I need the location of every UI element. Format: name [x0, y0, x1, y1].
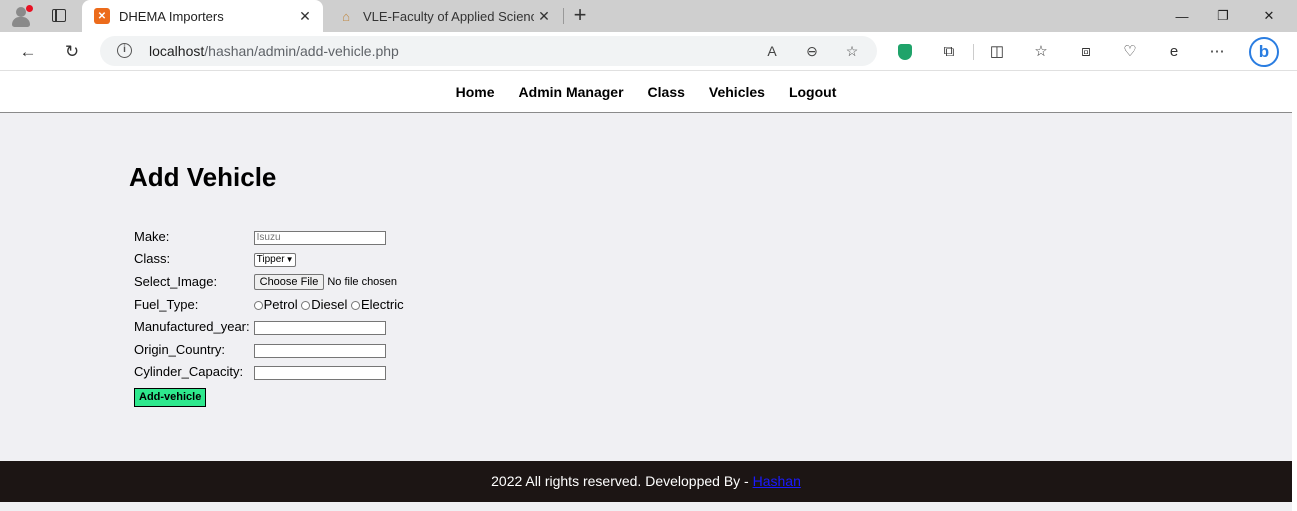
site-info-icon[interactable]: i: [117, 43, 132, 58]
no-file-text: No file chosen: [327, 275, 398, 288]
footer-author-link[interactable]: Hashan: [753, 473, 801, 489]
petrol-label: Petrol: [263, 296, 298, 312]
back-icon[interactable]: ←: [14, 38, 42, 66]
zoom-icon[interactable]: ⊖: [802, 41, 822, 61]
origin-label: Origin_Country:: [134, 341, 226, 357]
diesel-label: Diesel: [311, 296, 348, 312]
refresh-icon[interactable]: ↻: [58, 38, 86, 66]
browser-essentials-icon[interactable]: ♡: [1120, 41, 1140, 61]
electric-label: Electric: [360, 296, 404, 312]
tab-dhema[interactable]: ✕ DHEMA Importers ✕: [82, 0, 323, 32]
edge-icon[interactable]: e: [1164, 41, 1184, 61]
bing-copilot-icon[interactable]: b: [1249, 37, 1279, 67]
nav-home[interactable]: Home: [456, 84, 495, 100]
cylinder-row: Cylinder_Capacity:: [133, 362, 405, 383]
nav-logout[interactable]: Logout: [789, 84, 836, 100]
tab-separator: [563, 8, 564, 24]
class-select[interactable]: Tipper▼: [253, 253, 296, 268]
cylinder-label: Cylinder_Capacity:: [134, 364, 244, 380]
close-window-icon[interactable]: ✕: [1246, 0, 1292, 32]
browser-toolbar: ← ↻ i localhost/hashan/admin/add-vehicle…: [0, 32, 1297, 71]
class-row: Class: Tipper▼: [133, 249, 405, 270]
profile-avatar-icon[interactable]: [9, 4, 33, 28]
submit-row: Add-vehicle: [133, 384, 405, 408]
shield-extension-icon[interactable]: [895, 41, 915, 61]
footer-text: 2022 All rights reserved. Developped By …: [491, 473, 753, 489]
origin-input[interactable]: [253, 343, 386, 358]
xampp-favicon-icon: ✕: [94, 8, 110, 24]
nav-vehicles[interactable]: Vehicles: [709, 84, 765, 100]
minimize-icon[interactable]: —: [1159, 0, 1205, 32]
add-vehicle-button[interactable]: Add-vehicle: [134, 388, 207, 408]
collections-icon[interactable]: ⧈: [1076, 41, 1096, 61]
class-select-value: Tipper: [256, 254, 285, 266]
make-label: Make:: [134, 228, 170, 244]
new-tab-icon[interactable]: +: [570, 4, 590, 26]
site-footer: 2022 All rights reserved. Developped By …: [0, 461, 1292, 502]
petrol-radio[interactable]: [253, 300, 263, 310]
extensions-icon[interactable]: ⧉: [939, 41, 959, 61]
favorite-star-icon[interactable]: ☆: [842, 41, 862, 61]
cylinder-input[interactable]: [253, 366, 386, 381]
electric-radio[interactable]: [350, 300, 360, 310]
vle-favicon-icon: ⌂: [342, 8, 350, 24]
nav-class[interactable]: Class: [648, 84, 685, 100]
split-screen-icon[interactable]: ◫: [987, 41, 1007, 61]
class-label: Class:: [134, 251, 171, 267]
tab-actions-icon[interactable]: [51, 8, 67, 24]
tab-vle[interactable]: ⌂ VLE-Faculty of Applied Science: L ✕: [326, 0, 562, 32]
make-input[interactable]: [253, 230, 386, 245]
site-navbar: Home Admin Manager Class Vehicles Logout: [0, 71, 1292, 113]
year-row: Manufactured_year:: [133, 316, 405, 337]
nav-admin-manager[interactable]: Admin Manager: [519, 84, 624, 100]
restore-icon[interactable]: ❐: [1200, 0, 1246, 32]
choose-file-button[interactable]: Choose File: [253, 273, 325, 290]
page-scrollbar[interactable]: [1292, 71, 1297, 511]
page-title: Add Vehicle: [129, 162, 277, 192]
address-bar[interactable]: i localhost/hashan/admin/add-vehicle.php…: [100, 36, 877, 66]
tab-close-icon[interactable]: ✕: [534, 6, 554, 26]
tab-title: DHEMA Importers: [119, 8, 224, 24]
diesel-radio[interactable]: [301, 300, 311, 310]
fuel-label: Fuel_Type:: [134, 296, 199, 312]
favorites-icon[interactable]: ☆: [1031, 41, 1051, 61]
add-vehicle-form: Make: Class: Tipper▼ Select_Image: Choos…: [131, 224, 407, 409]
image-row: Select_Image: Choose File No file chosen: [133, 271, 405, 292]
more-menu-icon[interactable]: ⋯: [1207, 41, 1227, 61]
page-content: Home Admin Manager Class Vehicles Logout…: [0, 71, 1292, 511]
origin-row: Origin_Country:: [133, 339, 405, 360]
year-label: Manufactured_year:: [134, 319, 250, 335]
year-input[interactable]: [253, 320, 386, 335]
image-label: Select_Image:: [134, 273, 218, 289]
make-row: Make:: [133, 226, 405, 247]
chevron-down-icon: ▼: [285, 255, 294, 265]
tab-strip: ✕ DHEMA Importers ✕ ⌂ VLE-Faculty of App…: [0, 0, 1297, 32]
tab-title: VLE-Faculty of Applied Science: L: [363, 8, 534, 24]
tab-close-icon[interactable]: ✕: [295, 6, 315, 26]
url-text[interactable]: localhost/hashan/admin/add-vehicle.php: [149, 43, 399, 59]
browser-window: ✕ DHEMA Importers ✕ ⌂ VLE-Faculty of App…: [0, 0, 1297, 511]
fuel-row: Fuel_Type: Petrol Diesel Electric: [133, 294, 405, 315]
toolbar-divider: [973, 44, 974, 60]
read-aloud-icon[interactable]: A: [762, 41, 782, 61]
